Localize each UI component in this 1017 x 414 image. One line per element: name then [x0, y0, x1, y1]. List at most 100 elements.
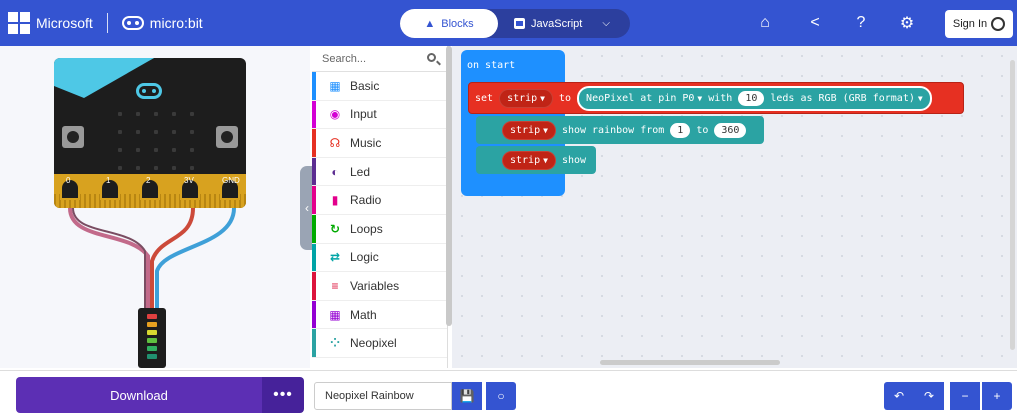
category-label: Radio: [350, 193, 382, 208]
category-label: Loops: [350, 221, 383, 236]
lines-icon: ≡: [331, 278, 339, 293]
brand-divider: [106, 13, 108, 33]
to-keyword: to: [559, 92, 572, 104]
dropdown-arrow-icon: ▼: [540, 93, 545, 103]
with-keyword: with: [708, 92, 733, 104]
rainbow-from-input[interactable]: 1: [670, 122, 691, 138]
save-icon[interactable]: 💾: [452, 382, 482, 410]
toolbox: Search... ▦ Basic ◉ Input ☊ Music ◐ Led …: [312, 46, 448, 368]
led-count-input[interactable]: 10: [738, 90, 765, 106]
dots-circle-icon: ⁘: [329, 336, 341, 351]
tab-blocks[interactable]: ▲ Blocks: [400, 9, 498, 38]
simulator-panel: 0 1 2 3V GND: [0, 46, 310, 368]
header-bar: Microsoft micro:bit ▲ Blocks JavaScript …: [0, 0, 1017, 46]
category-loops[interactable]: ↻ Loops: [312, 215, 447, 244]
puzzle-icon: ▲: [424, 17, 436, 30]
rainbow-to-input[interactable]: 360: [714, 122, 747, 138]
pin-dropdown[interactable]: P0 ▼: [682, 93, 702, 104]
category-label: Music: [350, 135, 382, 150]
pin-label: 2: [146, 176, 151, 185]
brand[interactable]: Microsoft micro:bit: [8, 12, 203, 34]
category-music[interactable]: ☊ Music: [312, 129, 447, 158]
neopixel-strip: [138, 308, 166, 368]
category-variables[interactable]: ≡ Variables: [312, 272, 447, 301]
dropdown-arrow-icon: ▼: [543, 125, 548, 135]
brand-microbit-label: micro:bit: [149, 15, 203, 31]
bottom-toolbar: Download ••• Neopixel Rainbow 💾 ○ ↶ ↷ − …: [0, 370, 1017, 414]
neopixel-text: NeoPixel at pin: [586, 92, 677, 104]
zoom-in-icon[interactable]: +: [982, 382, 1012, 410]
toggle-icon: ◐: [331, 164, 339, 179]
variable-name: strip: [507, 92, 538, 104]
github-icon[interactable]: ○: [486, 382, 516, 410]
project-name-input[interactable]: Neopixel Rainbow: [314, 382, 452, 410]
sign-in-button[interactable]: Sign In: [945, 10, 1013, 38]
button-b[interactable]: [216, 126, 238, 148]
variable-name: strip: [510, 124, 541, 136]
redo-icon[interactable]: ↷: [914, 382, 944, 410]
tab-javascript-label: JavaScript: [531, 17, 583, 30]
help-icon[interactable]: ?: [850, 12, 872, 34]
download-button[interactable]: Download: [16, 377, 262, 413]
loop-icon: ↻: [329, 221, 341, 236]
calculator-icon: ▦: [329, 307, 341, 322]
category-input[interactable]: ◉ Input: [312, 100, 447, 130]
category-label: Logic: [350, 250, 379, 265]
on-start-label: on start: [467, 60, 516, 71]
show-rainbow-block[interactable]: strip ▼ show rainbow from 1 to 360: [476, 116, 764, 144]
variable-name: strip: [510, 154, 541, 166]
sign-in-label: Sign In: [952, 18, 988, 30]
category-neopixel[interactable]: ⁘ Neopixel: [312, 329, 447, 358]
target-icon: ◉: [329, 107, 341, 122]
set-keyword: set: [475, 92, 494, 104]
zoom-out-icon[interactable]: −: [950, 382, 980, 410]
tab-blocks-label: Blocks: [441, 17, 474, 30]
category-logic[interactable]: ⇄ Logic: [312, 243, 447, 273]
category-radio[interactable]: ▮ Radio: [312, 186, 447, 215]
search-placeholder: Search...: [322, 53, 367, 65]
variable-dropdown[interactable]: strip ▼: [502, 150, 556, 170]
to-keyword: to: [696, 124, 709, 136]
dropdown-arrow-icon: ▼: [917, 93, 923, 103]
edge-connector: 0 1 2 3V GND: [54, 174, 246, 208]
search-icon[interactable]: [427, 53, 436, 62]
category-label: Led: [350, 164, 371, 179]
mode-dropdown[interactable]: RGB (GRB format) ▼: [819, 93, 923, 104]
category-math[interactable]: ▦ Math: [312, 300, 447, 330]
workspace-vertical-scrollbar[interactable]: [1010, 60, 1015, 350]
leds-as-keyword: leds as: [770, 92, 813, 104]
chevron-down-icon[interactable]: ⌵: [602, 18, 610, 29]
variable-dropdown[interactable]: strip ▼: [499, 88, 553, 108]
category-basic[interactable]: ▦ Basic: [312, 72, 447, 101]
undo-icon[interactable]: ↶: [884, 382, 914, 410]
javascript-icon: [514, 18, 525, 29]
microbit-logo-icon: [121, 16, 144, 30]
rainbow-text: show rainbow from: [561, 124, 665, 136]
dropdown-arrow-icon: ▼: [543, 155, 548, 165]
button-a[interactable]: [62, 126, 84, 148]
search-input[interactable]: Search...: [312, 46, 447, 72]
signal-icon: ▮: [331, 193, 339, 208]
workspace-horizontal-scrollbar[interactable]: [600, 360, 780, 365]
pin-label: GND: [222, 176, 240, 185]
grid-icon: ▦: [329, 78, 341, 93]
share-icon[interactable]: <: [804, 12, 826, 34]
category-label: Neopixel: [350, 336, 397, 351]
category-led[interactable]: ◐ Led: [312, 157, 447, 187]
microbit-board[interactable]: 0 1 2 3V GND: [54, 58, 246, 208]
show-text: show: [561, 154, 587, 166]
brand-microsoft-label: Microsoft: [36, 15, 93, 31]
variable-dropdown[interactable]: strip ▼: [502, 120, 556, 140]
home-icon[interactable]: ⌂: [754, 12, 776, 34]
editor-toggle: ▲ Blocks JavaScript ⌵: [400, 9, 630, 38]
tab-javascript[interactable]: JavaScript ⌵: [498, 18, 610, 30]
neopixel-create-block[interactable]: NeoPixel at pin P0 ▼ with 10 leds as RGB…: [577, 85, 932, 111]
pin-label: 0: [66, 176, 71, 185]
set-strip-block[interactable]: set strip ▼ to NeoPixel at pin P0 ▼ with…: [468, 82, 964, 114]
gear-icon[interactable]: ⚙: [896, 12, 918, 34]
category-label: Basic: [350, 78, 380, 93]
show-block[interactable]: strip ▼ show: [476, 146, 596, 174]
board-logo-icon: [136, 83, 162, 99]
more-options-button[interactable]: •••: [262, 377, 304, 413]
category-label: Math: [350, 307, 377, 322]
